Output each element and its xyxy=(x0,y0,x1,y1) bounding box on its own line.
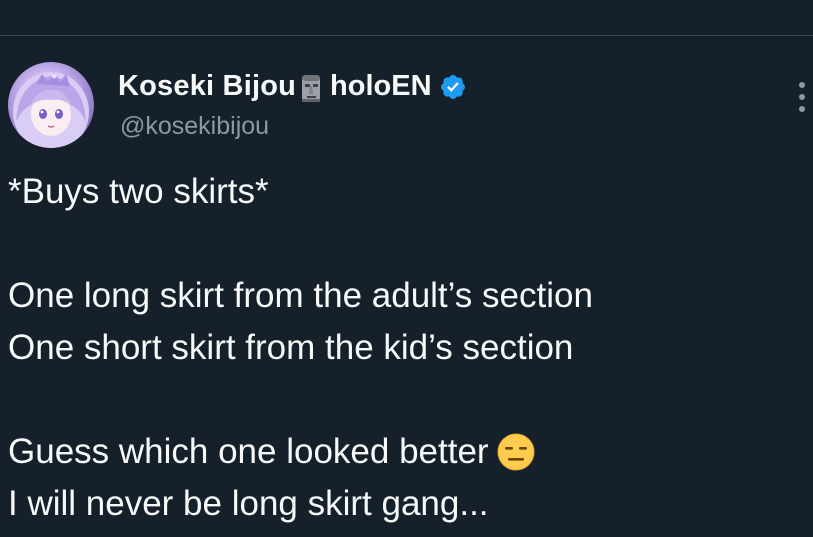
tweet-line: I will never be long skirt gang... xyxy=(8,484,489,523)
author-name-row[interactable]: Koseki Bijou holoEN xyxy=(118,70,467,103)
tweet-text: *Buys two skirts* One long skirt from th… xyxy=(8,166,808,530)
tweet-line: Guess which one looked better xyxy=(8,432,489,471)
tweet-line: *Buys two skirts* xyxy=(8,172,269,211)
moai-icon xyxy=(298,73,324,103)
expressionless-face-icon xyxy=(497,433,535,471)
top-bar xyxy=(0,0,813,36)
tweet-line: One short skirt from the kid’s section xyxy=(8,328,574,367)
tweet[interactable]: Koseki Bijou holoEN @kosekibijou *Buys t… xyxy=(0,36,813,537)
verified-icon[interactable] xyxy=(439,73,467,101)
author-handle[interactable]: @kosekibijou xyxy=(120,112,269,141)
avatar-image xyxy=(13,72,89,148)
tweet-line-with-emoji: Guess which one looked better xyxy=(8,426,808,478)
more-icon[interactable] xyxy=(796,80,808,114)
tweet-line: One long skirt from the adult’s section xyxy=(8,276,593,315)
display-name-suffix[interactable]: holoEN xyxy=(330,70,432,103)
display-name[interactable]: Koseki Bijou xyxy=(118,70,296,103)
avatar[interactable] xyxy=(8,62,94,148)
